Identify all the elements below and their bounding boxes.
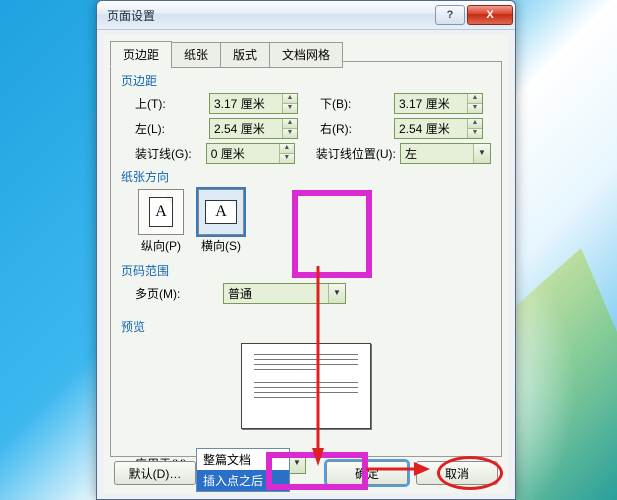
spin-down-icon[interactable]: ▼ [468, 104, 482, 113]
spin-up-icon[interactable]: ▲ [280, 144, 294, 154]
default-button[interactable]: 默认(D)… [114, 461, 196, 485]
chevron-down-icon[interactable]: ▼ [473, 144, 490, 163]
bottom-margin-label: 下(B): [320, 95, 394, 112]
page-setup-dialog: 页面设置 ? X 页边距 纸张 版式 文档网格 页边距 上(T): ▲▼ 下(B… [96, 0, 516, 500]
dialog-client: 页边距 纸张 版式 文档网格 页边距 上(T): ▲▼ 下(B): ▲▼ [104, 35, 508, 493]
ok-button[interactable]: 确定 [326, 461, 408, 485]
spin-down-icon[interactable]: ▼ [283, 129, 297, 138]
spin-up-icon[interactable]: ▲ [468, 119, 482, 129]
spin-down-icon[interactable]: ▼ [283, 104, 297, 113]
multipage-label: 多页(M): [135, 285, 209, 302]
apply-option-after-cursor[interactable]: 插入点之后 [197, 470, 289, 491]
gutter-input[interactable] [207, 144, 279, 163]
gutter-pos-label: 装订线位置(U): [316, 145, 400, 162]
spin-up-icon[interactable]: ▲ [283, 94, 297, 104]
spin-down-icon[interactable]: ▼ [280, 154, 294, 163]
section-preview: 预览 [121, 318, 491, 335]
left-margin-input[interactable] [210, 119, 282, 138]
gutter-pos-combo[interactable]: ▼ [400, 143, 491, 164]
section-orientation: 纸张方向 [121, 168, 491, 185]
top-margin-label: 上(T): [135, 95, 209, 112]
multipage-value[interactable] [224, 284, 328, 303]
tabstrip: 页边距 纸张 版式 文档网格 [110, 41, 342, 67]
chevron-down-icon[interactable]: ▼ [328, 284, 345, 303]
right-margin-spinner[interactable]: ▲▼ [394, 118, 483, 139]
spin-down-icon[interactable]: ▼ [468, 129, 482, 138]
multipage-combo[interactable]: ▼ [223, 283, 346, 304]
bottom-margin-spinner[interactable]: ▲▼ [394, 93, 483, 114]
preview-page [241, 343, 371, 429]
orientation-landscape[interactable]: A 横向(S) [195, 189, 247, 254]
apply-to-dropdown[interactable]: 整篇文档 插入点之后 [196, 448, 290, 492]
portrait-icon: A [138, 189, 184, 235]
bottom-margin-input[interactable] [395, 94, 467, 113]
tab-margins[interactable]: 页边距 [110, 41, 172, 67]
gutter-label: 装订线(G): [135, 145, 206, 162]
section-margins: 页边距 [121, 72, 491, 89]
section-pages: 页码范围 [121, 262, 491, 279]
gutter-spinner[interactable]: ▲▼ [206, 143, 295, 164]
portrait-label: 纵向(P) [135, 237, 187, 254]
right-margin-label: 右(R): [320, 120, 394, 137]
left-margin-label: 左(L): [135, 120, 209, 137]
titlebar[interactable]: 页面设置 ? X [97, 1, 515, 30]
close-button[interactable]: X [467, 5, 513, 25]
right-margin-input[interactable] [395, 119, 467, 138]
dialog-button-row: 默认(D)… 确定 取消 [114, 461, 498, 485]
tabpane-margins: 页边距 上(T): ▲▼ 下(B): ▲▼ 左(L): ▲▼ [110, 61, 502, 457]
help-button[interactable]: ? [435, 5, 465, 25]
left-margin-spinner[interactable]: ▲▼ [209, 118, 298, 139]
orientation-portrait[interactable]: A 纵向(P) [135, 189, 187, 254]
tab-paper[interactable]: 纸张 [171, 42, 221, 68]
spin-up-icon[interactable]: ▲ [468, 94, 482, 104]
tab-layout[interactable]: 版式 [220, 42, 270, 68]
landscape-icon: A [198, 189, 244, 235]
dialog-title: 页面设置 [107, 7, 433, 24]
top-margin-spinner[interactable]: ▲▼ [209, 93, 298, 114]
apply-option-whole-doc[interactable]: 整篇文档 [197, 449, 289, 470]
spin-up-icon[interactable]: ▲ [283, 119, 297, 129]
gutter-pos-value[interactable] [401, 144, 473, 163]
landscape-label: 横向(S) [195, 237, 247, 254]
tab-grid[interactable]: 文档网格 [269, 42, 343, 68]
cancel-button[interactable]: 取消 [416, 461, 498, 485]
top-margin-input[interactable] [210, 94, 282, 113]
